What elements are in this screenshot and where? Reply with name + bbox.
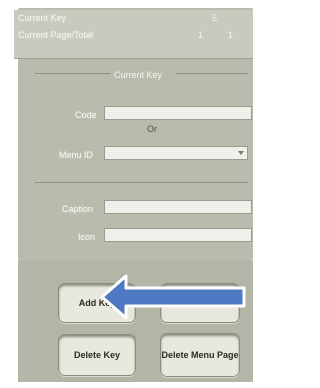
- menu-id-dropdown[interactable]: [104, 146, 248, 160]
- key-info-header: Current Key 5 Current Page/Total 1 1: [14, 10, 253, 59]
- code-input[interactable]: [104, 106, 252, 120]
- current-key-value: 5: [212, 13, 218, 23]
- section-divider-left: [35, 73, 110, 74]
- or-separator: Or: [147, 124, 157, 134]
- icon-label: Icon: [78, 232, 96, 242]
- delete-key-button-label: Delete Key: [73, 350, 121, 360]
- caption-label: Caption: [62, 204, 94, 214]
- delete-key-button[interactable]: Delete Key: [58, 334, 136, 376]
- delete-menu-page-button-label: Delete Menu Page: [161, 350, 239, 360]
- current-key-section-title: Current Key: [114, 70, 163, 80]
- section-divider-right: [176, 73, 248, 74]
- arrow-pointer-icon: [100, 274, 246, 320]
- icon-input[interactable]: [104, 228, 252, 242]
- current-page-total-label: Current Page/Total: [18, 30, 94, 40]
- fields-divider: [35, 182, 248, 183]
- app-window: Current Key 5 Current Page/Total 1 1 Cur…: [0, 0, 267, 388]
- current-page-value: 1: [198, 30, 204, 40]
- caption-input[interactable]: [104, 200, 252, 214]
- code-label: Code: [75, 110, 97, 120]
- delete-menu-page-button[interactable]: Delete Menu Page: [160, 333, 240, 377]
- menu-id-label: Menu ID: [59, 150, 94, 160]
- current-key-label: Current Key: [18, 13, 67, 23]
- total-pages-value: 1: [228, 30, 234, 40]
